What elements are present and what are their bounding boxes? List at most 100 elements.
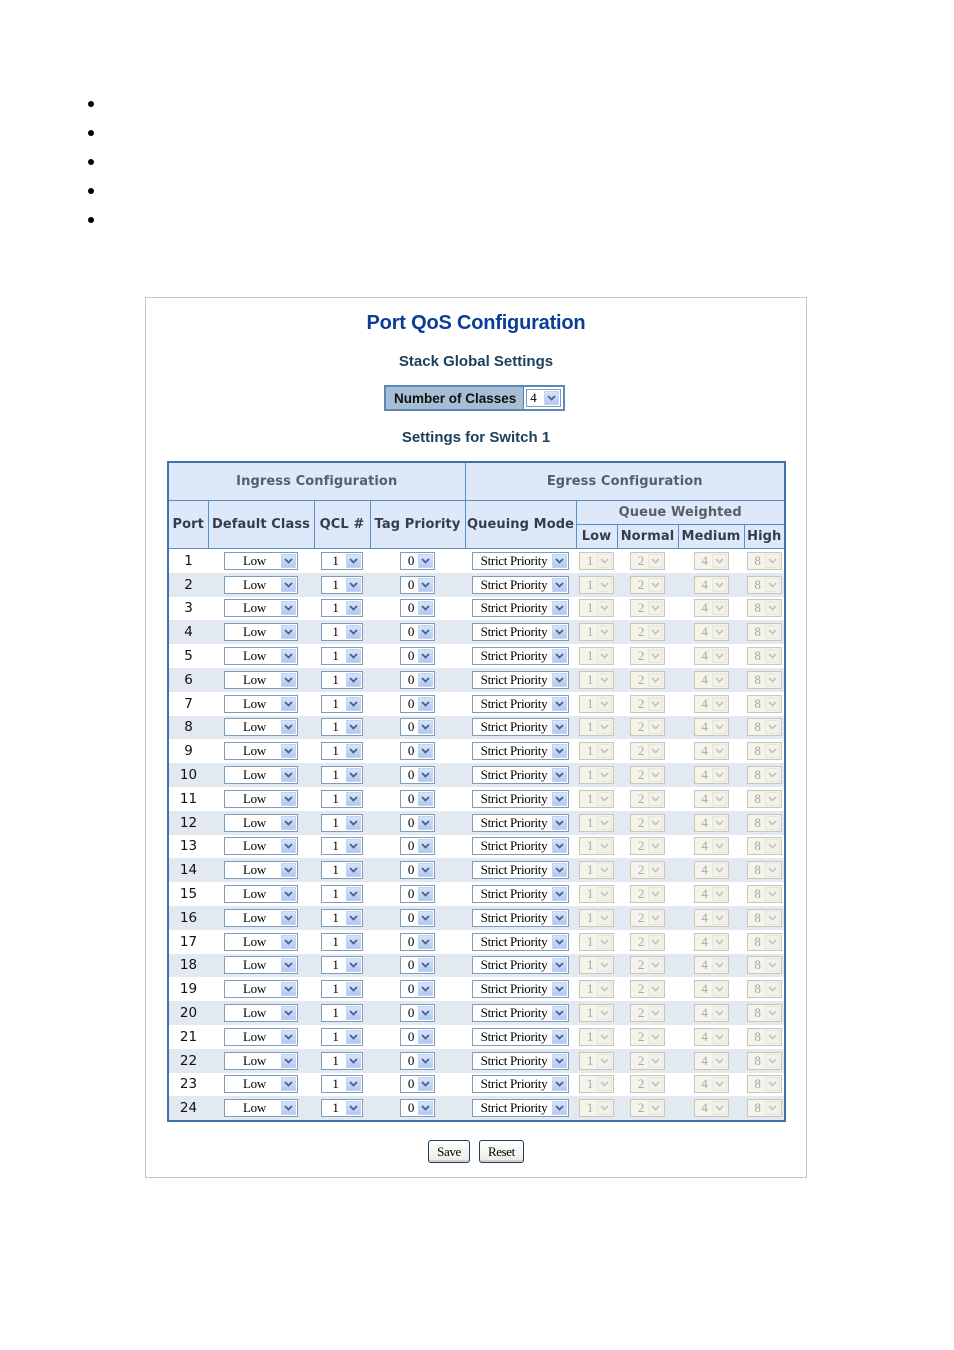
queuing-mode-select[interactable]: Strict Priority: [472, 742, 569, 761]
queuing-mode-select[interactable]: Strict Priority: [472, 766, 569, 785]
tag-priority-select[interactable]: 0: [400, 789, 435, 808]
queuing-mode-select[interactable]: Strict Priority: [472, 1075, 569, 1094]
qcl-select[interactable]: 1: [321, 551, 363, 570]
number-of-classes-select[interactable]: 4: [526, 389, 562, 407]
default-class-select[interactable]: Low: [224, 980, 298, 999]
qcl-select[interactable]: 1: [321, 885, 363, 904]
qcl-select[interactable]: 1: [321, 670, 363, 689]
tag-priority-select[interactable]: 0: [400, 885, 435, 904]
default-class-select[interactable]: Low: [224, 599, 298, 618]
tag-priority-select[interactable]: 0: [400, 1051, 435, 1070]
default-class-select[interactable]: Low: [224, 647, 298, 666]
qcl-select[interactable]: 1: [321, 599, 363, 618]
qcl-select[interactable]: 1: [321, 766, 363, 785]
qcl-select[interactable]: 1: [321, 1075, 363, 1094]
queuing-mode-select[interactable]: Strict Priority: [472, 1051, 569, 1070]
qcl-select[interactable]: 1: [321, 1027, 363, 1046]
qcl-select[interactable]: 1: [321, 956, 363, 975]
tag-priority-select[interactable]: 0: [400, 813, 435, 832]
default-class-select[interactable]: Low: [224, 885, 298, 904]
queuing-mode-select[interactable]: Strict Priority: [472, 1027, 569, 1046]
tag-priority-select[interactable]: 0: [400, 551, 435, 570]
qcl-select[interactable]: 1: [321, 718, 363, 737]
queuing-mode-select[interactable]: Strict Priority: [472, 647, 569, 666]
default-class-select[interactable]: Low: [224, 623, 298, 642]
tag-priority-select[interactable]: 0: [400, 1075, 435, 1094]
queuing-mode-select[interactable]: Strict Priority: [472, 956, 569, 975]
default-class-select[interactable]: Low: [224, 837, 298, 856]
queuing-mode-select[interactable]: Strict Priority: [472, 551, 569, 570]
default-class-select[interactable]: Low: [224, 908, 298, 927]
default-class-select[interactable]: Low: [224, 670, 298, 689]
default-class-select[interactable]: Low: [224, 956, 298, 975]
default-class-select[interactable]: Low: [224, 1099, 298, 1118]
qcl-select[interactable]: 1: [321, 837, 363, 856]
tag-priority-select[interactable]: 0: [400, 861, 435, 880]
qcl-select[interactable]: 1: [321, 742, 363, 761]
default-class-select[interactable]: Low: [224, 1051, 298, 1070]
tag-priority-select[interactable]: 0: [400, 1027, 435, 1046]
qcl-select[interactable]: 1: [321, 1099, 363, 1118]
queuing-mode-select[interactable]: Strict Priority: [472, 980, 569, 999]
tag-priority-select[interactable]: 0: [400, 932, 435, 951]
queuing-mode-select[interactable]: Strict Priority: [472, 837, 569, 856]
default-class-select[interactable]: Low: [224, 1004, 298, 1023]
save-button[interactable]: Save: [428, 1140, 470, 1163]
default-class-select[interactable]: Low: [224, 766, 298, 785]
chevron-down-icon: [418, 863, 433, 878]
queuing-mode-select[interactable]: Strict Priority: [472, 885, 569, 904]
default-class-select[interactable]: Low: [224, 932, 298, 951]
default-class-select[interactable]: Low: [224, 789, 298, 808]
default-class-select[interactable]: Low: [224, 742, 298, 761]
queuing-mode-select[interactable]: Strict Priority: [472, 789, 569, 808]
default-class-select[interactable]: Low: [224, 551, 298, 570]
queuing-mode-select[interactable]: Strict Priority: [472, 670, 569, 689]
qcl-select[interactable]: 1: [321, 1004, 363, 1023]
qcl-select[interactable]: 1: [321, 861, 363, 880]
tag-priority-select[interactable]: 0: [400, 1099, 435, 1118]
default-class-select[interactable]: Low: [224, 813, 298, 832]
queuing-mode-select[interactable]: Strict Priority: [472, 1099, 569, 1118]
qcl-select[interactable]: 1: [321, 813, 363, 832]
tag-priority-select[interactable]: 0: [400, 623, 435, 642]
queuing-mode-select[interactable]: Strict Priority: [472, 575, 569, 594]
tag-priority-select[interactable]: 0: [400, 599, 435, 618]
default-class-select[interactable]: Low: [224, 718, 298, 737]
queuing-mode-select[interactable]: Strict Priority: [472, 718, 569, 737]
queuing-mode-select[interactable]: Strict Priority: [472, 694, 569, 713]
default-class-select[interactable]: Low: [224, 861, 298, 880]
tag-priority-select[interactable]: 0: [400, 670, 435, 689]
tag-priority-select[interactable]: 0: [400, 694, 435, 713]
qcl-select[interactable]: 1: [321, 647, 363, 666]
tag-priority-select[interactable]: 0: [400, 908, 435, 927]
queuing-mode-select[interactable]: Strict Priority: [472, 908, 569, 927]
tag-priority-select[interactable]: 0: [400, 766, 435, 785]
qcl-select[interactable]: 1: [321, 694, 363, 713]
qcl-select[interactable]: 1: [321, 789, 363, 808]
queuing-mode-select[interactable]: Strict Priority: [472, 932, 569, 951]
default-class-select[interactable]: Low: [224, 1027, 298, 1046]
qcl-select[interactable]: 1: [321, 575, 363, 594]
tag-priority-select[interactable]: 0: [400, 837, 435, 856]
tag-priority-select[interactable]: 0: [400, 718, 435, 737]
tag-priority-select[interactable]: 0: [400, 1004, 435, 1023]
tag-priority-select[interactable]: 0: [400, 956, 435, 975]
qcl-select[interactable]: 1: [321, 932, 363, 951]
default-class-select[interactable]: Low: [224, 694, 298, 713]
queuing-mode-select[interactable]: Strict Priority: [472, 623, 569, 642]
queuing-mode-select[interactable]: Strict Priority: [472, 1004, 569, 1023]
qcl-select[interactable]: 1: [321, 908, 363, 927]
tag-priority-select[interactable]: 0: [400, 647, 435, 666]
queuing-mode-select[interactable]: Strict Priority: [472, 861, 569, 880]
reset-button[interactable]: Reset: [478, 1140, 524, 1163]
default-class-select[interactable]: Low: [224, 575, 298, 594]
qcl-select[interactable]: 1: [321, 1051, 363, 1070]
qcl-select[interactable]: 1: [321, 980, 363, 999]
tag-priority-select[interactable]: 0: [400, 742, 435, 761]
default-class-select[interactable]: Low: [224, 1075, 298, 1094]
queuing-mode-select[interactable]: Strict Priority: [472, 813, 569, 832]
tag-priority-select[interactable]: 0: [400, 980, 435, 999]
queuing-mode-select[interactable]: Strict Priority: [472, 599, 569, 618]
qcl-select[interactable]: 1: [321, 623, 363, 642]
tag-priority-select[interactable]: 0: [400, 575, 435, 594]
